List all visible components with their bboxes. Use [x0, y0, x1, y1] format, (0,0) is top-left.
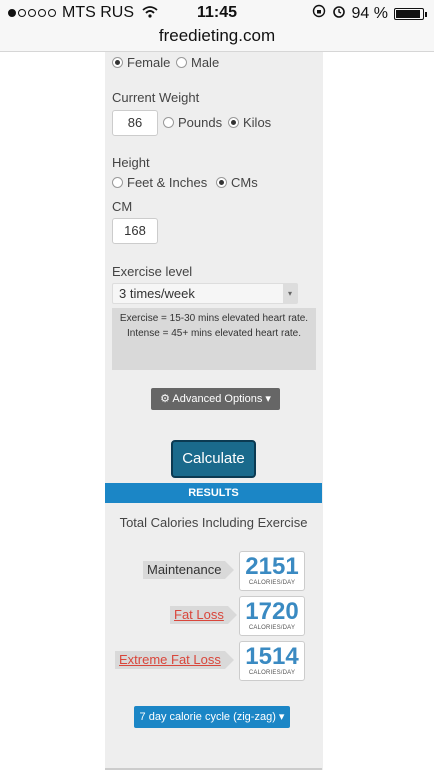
fat-loss-link[interactable]: Fat Loss — [170, 606, 237, 624]
current-weight-label: Current Weight — [112, 90, 200, 105]
exercise-level-label: Exercise level — [112, 264, 193, 279]
results-header: RESULTS — [105, 483, 322, 503]
radio-selected-icon[interactable] — [112, 57, 123, 68]
battery-icon — [394, 7, 427, 20]
height-feet-option[interactable]: Feet & Inches — [112, 175, 207, 190]
gear-icon: ⚙ — [160, 393, 170, 405]
exercise-level-value: 3 times/week — [119, 286, 195, 301]
advanced-options-button[interactable]: ⚙ Advanced Options ▾ — [151, 388, 280, 410]
exercise-note: Exercise = 15-30 mins elevated heart rat… — [112, 308, 316, 370]
advanced-options-label: Advanced Options ▾ — [172, 393, 271, 405]
fat-loss-value: 1720 — [245, 598, 299, 625]
status-bar: MTS RUS 11:45 94 % — [0, 0, 434, 26]
radio-selected-icon[interactable] — [228, 117, 239, 128]
pounds-label: Pounds — [178, 115, 223, 130]
gender-female-label: Female — [127, 55, 171, 70]
cms-label: CMs — [231, 175, 258, 190]
fat-loss-result: 1720 CALORIES/DAY — [239, 596, 305, 636]
address-bar[interactable]: freedieting.com — [0, 26, 434, 52]
extreme-fat-loss-unit: CALORIES/DAY — [248, 670, 296, 676]
maintenance-label: Maintenance — [143, 561, 235, 579]
exercise-level-select[interactable]: 3 times/week ▾ — [112, 283, 298, 304]
chevron-down-icon: ▾ — [283, 284, 297, 303]
radio-selected-icon[interactable] — [216, 177, 227, 188]
intense-note-line: Intense = 45+ mins elevated heart rate. — [127, 328, 301, 339]
weight-kilos-option[interactable]: Kilos — [228, 115, 271, 130]
results-subtitle: Total Calories Including Exercise — [119, 515, 308, 530]
weight-pounds-option[interactable]: Pounds — [163, 115, 222, 130]
calculate-button[interactable]: Calculate — [171, 440, 256, 478]
extreme-fat-loss-value: 1514 — [245, 643, 299, 670]
height-label: Height — [112, 155, 150, 170]
maintenance-unit: CALORIES/DAY — [248, 580, 296, 586]
exercise-note-line: Exercise = 15-30 mins elevated heart rat… — [119, 313, 309, 324]
alarm-icon — [332, 4, 346, 23]
rotation-lock-icon — [312, 4, 326, 23]
kilos-label: Kilos — [243, 115, 272, 130]
radio-icon[interactable] — [176, 57, 187, 68]
url-text: freedieting.com — [158, 26, 276, 45]
radio-icon[interactable] — [163, 117, 174, 128]
gender-female-option[interactable]: Female — [112, 55, 170, 70]
battery-percent: 94 % — [351, 4, 388, 22]
gender-male-label: Male — [191, 55, 220, 70]
cm-label: CM — [112, 199, 133, 214]
height-cms-option[interactable]: CMs — [216, 175, 258, 190]
radio-icon[interactable] — [112, 177, 123, 188]
status-right: 94 % — [312, 4, 427, 23]
height-cm-input[interactable]: 168 — [112, 218, 158, 244]
gender-male-option[interactable]: Male — [176, 55, 219, 70]
zigzag-cycle-button[interactable]: 7 day calorie cycle (zig-zag) ▾ — [134, 706, 290, 728]
weight-input[interactable]: 86 — [112, 110, 158, 136]
feet-inches-label: Feet & Inches — [127, 175, 208, 190]
fat-loss-unit: CALORIES/DAY — [248, 625, 296, 631]
extreme-fat-loss-link[interactable]: Extreme Fat Loss — [115, 651, 234, 669]
maintenance-value: 2151 — [245, 553, 299, 580]
extreme-fat-loss-result: 1514 CALORIES/DAY — [239, 641, 305, 681]
maintenance-result: 2151 CALORIES/DAY — [239, 551, 305, 591]
